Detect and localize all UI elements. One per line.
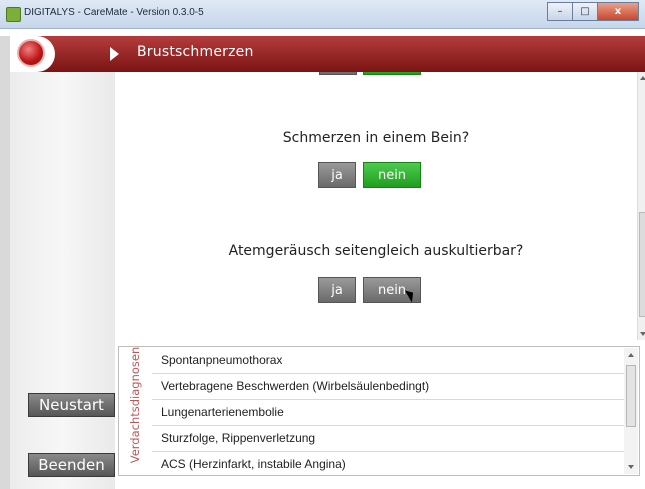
app-logo-icon[interactable] bbox=[17, 39, 45, 67]
question-panel: Schmerzen in einem Bein? ja nein Atemger… bbox=[115, 72, 637, 340]
maximize-button[interactable]: □ bbox=[572, 2, 598, 21]
list-item[interactable]: Spontanpneumothorax bbox=[152, 348, 624, 374]
answer-yes-button-prev[interactable] bbox=[319, 72, 357, 75]
list-item[interactable]: Sturzfolge, Rippenverletzung bbox=[152, 426, 624, 452]
window-titlebar: DIGITALYS - CareMate - Version 0.3.0-5 –… bbox=[0, 0, 645, 29]
diagnosis-scrollbar[interactable] bbox=[624, 348, 638, 474]
window-title: DIGITALYS - CareMate - Version 0.3.0-5 bbox=[24, 7, 204, 18]
scroll-down-icon[interactable] bbox=[640, 332, 645, 336]
close-button[interactable]: x bbox=[597, 2, 639, 21]
list-item[interactable]: ACS (Herzinfarkt, instabile Angina) bbox=[152, 452, 624, 477]
diagnosis-list: Spontanpneumothorax Vertebragene Beschwe… bbox=[152, 348, 624, 477]
diagnosis-heading: Verdachtsdiagnosen bbox=[128, 346, 142, 464]
scroll-thumb[interactable] bbox=[626, 365, 636, 427]
restart-button[interactable]: Neustart bbox=[28, 393, 115, 417]
answer-yes-button[interactable]: ja bbox=[318, 162, 356, 188]
question-text: Atemgeräusch seitengleich auskultierbar? bbox=[228, 243, 524, 259]
question-scrollbar[interactable] bbox=[637, 72, 645, 340]
scroll-down-icon[interactable] bbox=[628, 465, 634, 469]
breadcrumb-arrow-icon bbox=[110, 47, 119, 61]
header-bar bbox=[10, 36, 645, 72]
window-left-edge bbox=[0, 36, 10, 489]
minimize-button[interactable]: – bbox=[547, 2, 573, 21]
answer-no-button-prev[interactable] bbox=[363, 72, 421, 75]
breadcrumb-title: Brustschmerzen bbox=[137, 44, 254, 60]
sidebar: Neustart Beenden bbox=[10, 72, 115, 489]
question-text: Schmerzen in einem Bein? bbox=[282, 130, 470, 146]
window-controls: – □ x bbox=[547, 2, 639, 21]
app-icon bbox=[6, 7, 21, 22]
scroll-up-icon[interactable] bbox=[628, 353, 634, 357]
scroll-up-icon[interactable] bbox=[640, 76, 645, 80]
answer-no-button[interactable]: nein bbox=[363, 162, 421, 188]
diagnosis-heading-container: Verdachtsdiagnosen bbox=[118, 346, 152, 476]
list-item[interactable]: Lungenarterienembolie bbox=[152, 400, 624, 426]
answer-yes-button[interactable]: ja bbox=[318, 277, 356, 303]
quit-button[interactable]: Beenden bbox=[28, 453, 115, 477]
scroll-thumb[interactable] bbox=[639, 212, 645, 317]
list-item[interactable]: Vertebragene Beschwerden (Wirbelsäulenbe… bbox=[152, 374, 624, 400]
